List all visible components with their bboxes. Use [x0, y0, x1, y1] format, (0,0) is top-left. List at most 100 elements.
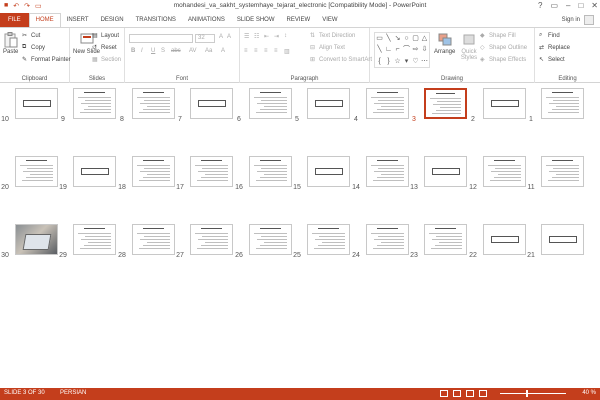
reading-view-icon[interactable] — [466, 390, 474, 397]
tab-animations[interactable]: ANIMATIONS — [182, 13, 231, 27]
increase-indent-icon[interactable]: ⇥ — [274, 33, 279, 40]
layout-button[interactable]: ▤ Layout — [92, 32, 119, 40]
normal-view-icon[interactable] — [440, 390, 448, 397]
slide-sorter-view-icon[interactable] — [453, 390, 461, 397]
brace-shape-icon[interactable]: { — [375, 56, 384, 67]
bullets-icon[interactable]: ☰ — [244, 33, 249, 40]
bracket-shape-icon[interactable]: } — [384, 56, 393, 67]
gallery-more-icon[interactable]: ⋯ — [420, 56, 429, 67]
shape-outline-button[interactable]: ◇ Shape Outline — [480, 44, 527, 52]
slide-thumbnail[interactable] — [249, 224, 292, 255]
slide-thumbnail[interactable] — [132, 156, 175, 187]
angle-shape-icon[interactable]: ∟ — [384, 44, 393, 55]
shape-effects-button[interactable]: ◈ Shape Effects — [480, 56, 526, 64]
slide-thumbnail[interactable] — [249, 156, 292, 187]
reset-button[interactable]: ↺ Reset — [92, 44, 117, 52]
maximize-button[interactable]: □ — [578, 1, 583, 10]
align-text-button[interactable]: ⊟ Align Text — [310, 44, 345, 52]
line2-shape-icon[interactable]: ╲ — [375, 44, 384, 55]
columns-icon[interactable]: ▥ — [284, 48, 290, 55]
minimize-button[interactable]: – — [566, 1, 570, 10]
heart-shape-icon[interactable]: ♡ — [411, 56, 420, 67]
replace-button[interactable]: ⇄ Replace — [539, 44, 570, 52]
format-painter-button[interactable]: ✎ Format Painter — [22, 56, 71, 64]
tab-transitions[interactable]: TRANSITIONS — [130, 13, 182, 27]
slide-thumbnail[interactable] — [132, 224, 175, 255]
slide-thumbnail[interactable] — [15, 88, 58, 119]
tab-design[interactable]: DESIGN — [95, 13, 130, 27]
shapes-gallery[interactable]: ▭ ╲ ↘ ○ ▢ △ ╲ ∟ ⌐ ⌒ ⇨ ⇩ { } ☆ ▾ ♡ ⋯ — [374, 32, 430, 68]
line-spacing-icon[interactable]: ↕ — [284, 33, 287, 39]
slide-thumbnail[interactable] — [15, 156, 58, 187]
sign-in[interactable]: Sign in — [562, 13, 600, 27]
underline-icon[interactable]: U — [151, 48, 155, 54]
tab-home[interactable]: HOME — [28, 13, 61, 27]
help-button[interactable]: ? — [538, 1, 542, 10]
copy-button[interactable]: ⧉ Copy — [22, 44, 45, 51]
rectangle-shape-icon[interactable]: ▭ — [375, 33, 384, 44]
slide-thumbnail[interactable] — [190, 88, 233, 119]
more-shapes-icon[interactable]: ▾ — [402, 56, 411, 67]
quick-styles-button[interactable]: Quick Styles — [458, 32, 480, 61]
close-button[interactable]: ✕ — [591, 1, 598, 10]
convert-smartart-button[interactable]: ⊞ Convert to SmartArt — [310, 56, 372, 64]
down-arrow-shape-icon[interactable]: ⇩ — [420, 44, 429, 55]
slide-thumbnail[interactable] — [424, 156, 467, 187]
slide-thumbnail[interactable] — [541, 156, 584, 187]
grow-font-icon[interactable]: A — [219, 34, 223, 40]
oval-shape-icon[interactable]: ○ — [402, 33, 411, 44]
slide-thumbnail[interactable] — [483, 88, 526, 119]
italic-icon[interactable]: I — [141, 48, 143, 54]
slideshow-view-icon[interactable] — [479, 390, 487, 397]
smiley-feedback-icon[interactable] — [584, 15, 594, 25]
align-center-icon[interactable]: ≡ — [254, 48, 258, 54]
slide-thumbnail[interactable] — [190, 224, 233, 255]
strikethrough-icon[interactable]: abc — [171, 48, 181, 54]
arrange-button[interactable]: Arrange — [434, 32, 455, 55]
triangle-shape-icon[interactable]: △ — [420, 33, 429, 44]
slide-thumbnail[interactable] — [307, 156, 350, 187]
slide-thumbnail[interactable] — [366, 88, 409, 119]
zoom-level[interactable]: 40 % — [582, 390, 596, 396]
font-name-dropdown[interactable] — [129, 34, 193, 43]
slide-thumbnail[interactable] — [73, 224, 116, 255]
cut-button[interactable]: ✂ Cut — [22, 32, 40, 40]
slide-thumbnail[interactable] — [249, 88, 292, 119]
line-shape-icon[interactable]: ╲ — [384, 33, 393, 44]
shadow-icon[interactable]: S — [161, 48, 165, 54]
select-button[interactable]: ↖ Select — [539, 56, 565, 64]
slide-thumbnail[interactable] — [15, 224, 58, 255]
font-size-dropdown[interactable]: 32 — [195, 34, 215, 43]
slide-thumbnail[interactable] — [366, 224, 409, 255]
slide-thumbnail[interactable] — [307, 88, 350, 119]
slide-thumbnail[interactable] — [424, 224, 467, 255]
curve-shape-icon[interactable]: ⌒ — [402, 44, 411, 55]
paste-button[interactable]: Paste — [3, 32, 18, 55]
ribbon-display-button[interactable]: ▭ — [550, 1, 558, 10]
shrink-font-icon[interactable]: A — [227, 34, 231, 40]
shape-fill-button[interactable]: ◆ Shape Fill — [480, 32, 516, 40]
align-left-icon[interactable]: ≡ — [244, 48, 248, 54]
tab-insert[interactable]: INSERT — [61, 13, 95, 27]
font-color-icon[interactable]: A — [221, 48, 225, 54]
rounded-rect-shape-icon[interactable]: ▢ — [411, 33, 420, 44]
zoom-slider[interactable] — [500, 390, 566, 397]
text-direction-button[interactable]: ⇅ Text Direction — [310, 32, 355, 40]
bold-icon[interactable]: B — [131, 48, 135, 54]
tab-view[interactable]: VIEW — [316, 13, 343, 27]
slide-thumbnail[interactable] — [132, 88, 175, 119]
slide-thumbnail[interactable] — [483, 224, 526, 255]
change-case-icon[interactable]: Aa — [205, 48, 212, 54]
slide-thumbnail[interactable] — [541, 224, 584, 255]
slide-thumbnail[interactable] — [366, 156, 409, 187]
elbow-shape-icon[interactable]: ⌐ — [393, 44, 402, 55]
spacing-icon[interactable]: AV — [189, 48, 197, 54]
star-shape-icon[interactable]: ☆ — [393, 56, 402, 67]
slide-thumbnail[interactable] — [73, 156, 116, 187]
right-arrow-shape-icon[interactable]: ⇨ — [411, 44, 420, 55]
align-right-icon[interactable]: ≡ — [264, 48, 268, 54]
decrease-indent-icon[interactable]: ⇤ — [264, 33, 269, 40]
language-indicator[interactable]: PERSIAN — [60, 390, 86, 396]
slide-thumbnail[interactable] — [483, 156, 526, 187]
tab-review[interactable]: REVIEW — [281, 13, 317, 27]
